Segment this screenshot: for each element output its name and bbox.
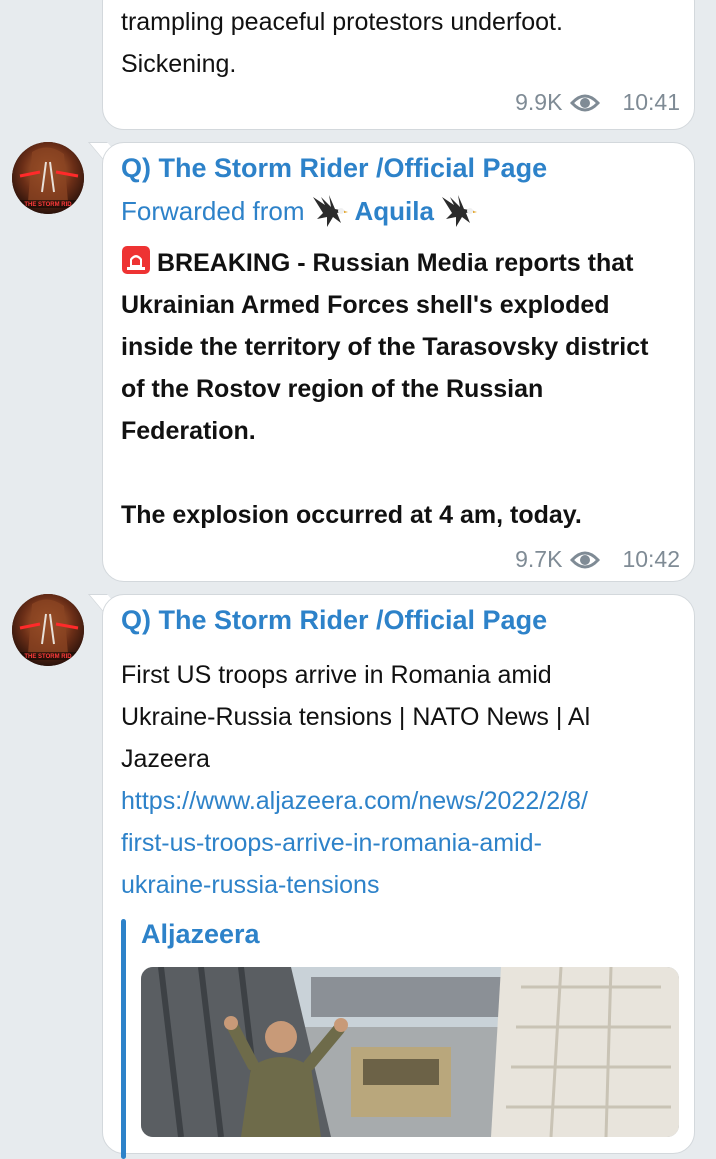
view-count: 9.9K [515, 89, 563, 115]
sender-name[interactable]: Q) The Storm Rider /Official Page [121, 605, 547, 636]
forwarded-name[interactable]: Aquila [355, 196, 434, 227]
message-text: First US troops arrive in Romania amid U… [103, 654, 673, 906]
eagle-icon [312, 195, 348, 227]
avatar[interactable]: THE STORM RID [12, 142, 84, 214]
article-link[interactable]: https://www.aljazeera.com/news/2022/2/8/… [121, 780, 657, 906]
message-bubble-1[interactable]: trampling peaceful protestors underfoot.… [102, 0, 695, 130]
siren-icon [122, 246, 150, 274]
forwarded-header[interactable]: Forwarded from Aquila [121, 193, 478, 229]
eye-icon [570, 551, 601, 568]
avatar-image: THE STORM RID [12, 594, 84, 666]
svg-text:THE STORM RID: THE STORM RID [24, 202, 72, 208]
link-preview-bar [121, 919, 126, 1159]
message-time: 10:42 [622, 546, 680, 572]
link-preview-site[interactable]: Aljazeera [141, 919, 260, 950]
link-preview-image[interactable] [141, 967, 679, 1137]
forwarded-label: Forwarded from [121, 195, 305, 226]
message-text: trampling peaceful protestors underfoot.… [121, 8, 563, 78]
avatar[interactable]: THE STORM RID [12, 594, 84, 666]
sender-name[interactable]: Q) The Storm Rider /Official Page [121, 153, 547, 184]
eagle-icon [441, 195, 477, 227]
view-count: 9.7K [515, 546, 563, 572]
message-meta: 9.7K 10:42 [515, 546, 680, 573]
message-time: 10:41 [622, 89, 680, 115]
preview-photo [141, 967, 679, 1137]
message-text: BREAKING - Russian Media reports that Uk… [103, 242, 673, 536]
svg-text:THE STORM RID: THE STORM RID [24, 654, 72, 660]
message-bubble-3[interactable]: Q) The Storm Rider /Official Page First … [102, 594, 695, 1159]
message-meta: 9.9K 10:41 [515, 89, 680, 116]
eye-icon [570, 94, 601, 111]
avatar-image: THE STORM RID [12, 142, 84, 214]
message-bubble-2[interactable]: Q) The Storm Rider /Official Page Forwar… [102, 142, 695, 582]
